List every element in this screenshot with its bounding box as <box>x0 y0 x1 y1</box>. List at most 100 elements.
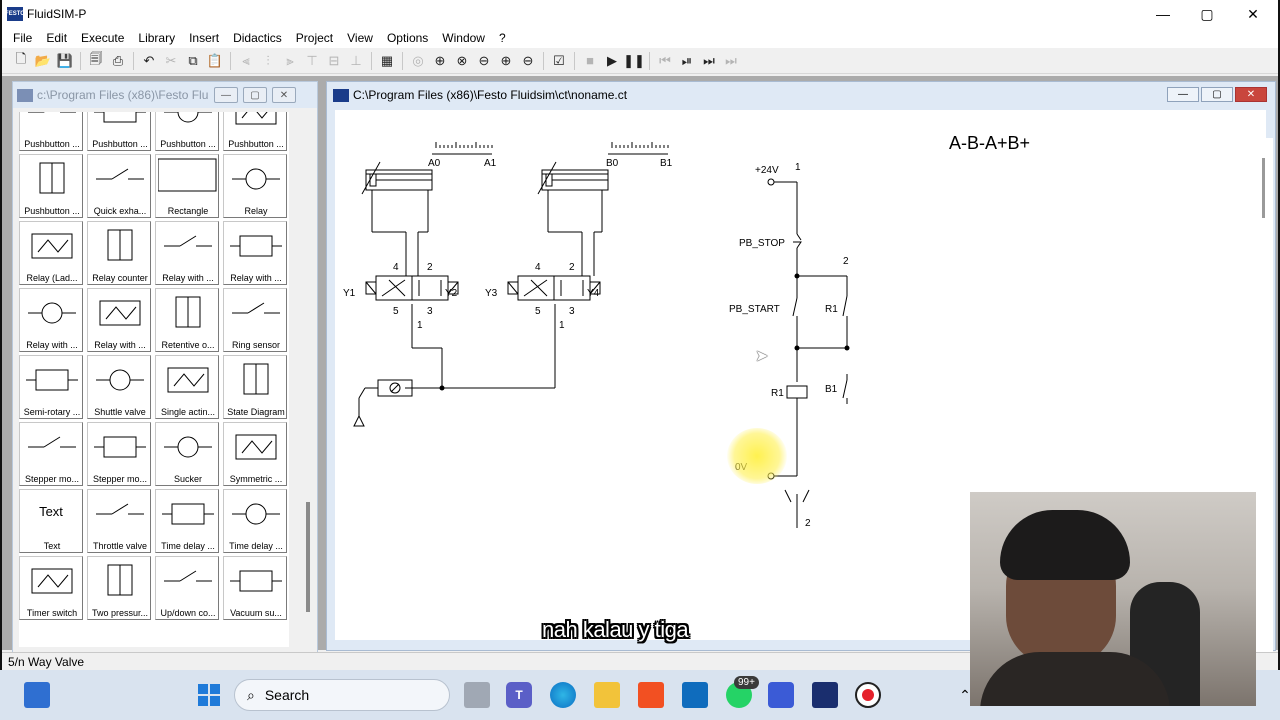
new-icon[interactable]: 🗋 <box>10 50 32 72</box>
circuit-vertical-scrollbar[interactable] <box>1255 138 1273 668</box>
grid-icon[interactable]: ▦ <box>376 50 398 72</box>
rewind-icon[interactable]: ⏮ <box>654 50 676 72</box>
menu-didactics[interactable]: Didactics <box>226 31 289 45</box>
task-view-icon[interactable] <box>464 682 490 708</box>
library-item[interactable]: Pushbutton ... <box>223 112 287 151</box>
store-icon[interactable] <box>638 682 664 708</box>
library-maximize-button[interactable]: ▢ <box>243 87 267 103</box>
circuit-minimize-button[interactable]: — <box>1167 87 1199 102</box>
library-item[interactable]: Relay with ... <box>19 288 83 352</box>
copy-icon[interactable]: ⧉ <box>182 50 204 72</box>
library-item[interactable]: State Diagram <box>223 355 287 419</box>
menu-window[interactable]: Window <box>435 31 492 45</box>
library-item[interactable]: Quick exha... <box>87 154 151 218</box>
circuit-scroll-thumb[interactable] <box>1262 158 1265 218</box>
edge-icon[interactable] <box>550 682 576 708</box>
menu-edit[interactable]: Edit <box>39 31 74 45</box>
maximize-button[interactable]: ▢ <box>1184 0 1230 28</box>
align-left-icon[interactable]: ⫷ <box>235 50 257 72</box>
file-explorer-icon[interactable] <box>594 682 620 708</box>
library-close-button[interactable]: ✕ <box>272 87 296 103</box>
menu-insert[interactable]: Insert <box>182 31 226 45</box>
print-icon[interactable]: ⎙ <box>107 50 129 72</box>
library-item[interactable]: Single actin... <box>155 355 219 419</box>
start-icon[interactable] <box>196 682 222 708</box>
check-icon[interactable]: ☑ <box>548 50 570 72</box>
open-icon[interactable]: 📂 <box>32 50 54 72</box>
circuit-maximize-button[interactable]: ▢ <box>1201 87 1233 102</box>
align-center-icon[interactable]: ⫶ <box>257 50 279 72</box>
library-item[interactable]: Relay with ... <box>87 288 151 352</box>
menu-execute[interactable]: Execute <box>74 31 131 45</box>
align-right-icon[interactable]: ⫸ <box>279 50 301 72</box>
circuit-close-button[interactable]: ✕ <box>1235 87 1267 102</box>
step-icon[interactable]: ⏯ <box>676 50 698 72</box>
cylinder-b[interactable] <box>537 153 668 232</box>
zoom-out-icon[interactable]: ⊖ <box>517 50 539 72</box>
library-item[interactable]: Throttle valve <box>87 489 151 553</box>
mail-icon[interactable] <box>682 682 708 708</box>
print-preview-icon[interactable]: 🗐 <box>85 50 107 72</box>
save-icon[interactable]: 💾 <box>54 50 76 72</box>
menu-help[interactable]: ? <box>492 31 513 45</box>
library-item[interactable]: Relay (Lad... <box>19 221 83 285</box>
library-item[interactable]: Shuttle valve <box>87 355 151 419</box>
taskbar-search[interactable]: ⌕ Search <box>234 679 450 711</box>
record-icon[interactable] <box>855 682 881 708</box>
zoom-window-icon[interactable]: ⊕ <box>429 50 451 72</box>
close-button[interactable]: ✕ <box>1230 0 1276 28</box>
library-item[interactable]: Up/down co... <box>155 556 219 620</box>
service-unit[interactable] <box>353 379 413 427</box>
menu-library[interactable]: Library <box>131 31 182 45</box>
widgets-icon[interactable] <box>24 682 50 708</box>
paste-icon[interactable]: 📋 <box>204 50 226 72</box>
zoom-in-icon[interactable]: ⊕ <box>495 50 517 72</box>
library-item[interactable]: Semi-rotary ... <box>19 355 83 419</box>
menu-options[interactable]: Options <box>380 31 435 45</box>
library-item[interactable]: Text Text <box>19 489 83 553</box>
zoom-fit-icon[interactable]: ◎ <box>407 50 429 72</box>
align-middle-icon[interactable]: ⊟ <box>323 50 345 72</box>
minimize-button[interactable]: — <box>1140 0 1186 28</box>
play-icon[interactable]: ▶ <box>601 50 623 72</box>
library-minimize-button[interactable]: — <box>214 87 238 103</box>
library-scroll-thumb[interactable] <box>306 502 310 612</box>
library-item[interactable]: Pushbutton ... <box>155 112 219 151</box>
align-bottom-icon[interactable]: ⊥ <box>345 50 367 72</box>
menu-file[interactable]: File <box>6 31 39 45</box>
library-item[interactable]: Ring sensor <box>223 288 287 352</box>
library-item[interactable]: Vacuum su... <box>223 556 287 620</box>
cylinder-a[interactable] <box>361 153 492 232</box>
library-item[interactable]: Stepper mo... <box>87 422 151 486</box>
library-item[interactable]: Rectangle <box>155 154 219 218</box>
library-item[interactable]: Stepper mo... <box>19 422 83 486</box>
library-item[interactable]: Relay with ... <box>155 221 219 285</box>
library-item[interactable]: Relay <box>223 154 287 218</box>
library-item[interactable]: Relay with ... <box>223 221 287 285</box>
library-item[interactable]: Two pressur... <box>87 556 151 620</box>
cut-icon[interactable]: ✂ <box>160 50 182 72</box>
library-item[interactable]: Pushbutton ... <box>19 112 83 151</box>
library-item[interactable]: Time delay ... <box>155 489 219 553</box>
library-item[interactable]: Sucker <box>155 422 219 486</box>
library-item[interactable]: Symmetric ... <box>223 422 287 486</box>
menu-view[interactable]: View <box>340 31 380 45</box>
library-scrollbar[interactable] <box>303 112 315 647</box>
library-item[interactable]: Relay counter <box>87 221 151 285</box>
zoom-icon[interactable]: ⊖ <box>473 50 495 72</box>
library-item[interactable]: Timer switch <box>19 556 83 620</box>
library-item[interactable]: Retentive o... <box>155 288 219 352</box>
align-top-icon[interactable]: ⊤ <box>301 50 323 72</box>
pause-icon[interactable]: ❚❚ <box>623 50 645 72</box>
menu-project[interactable]: Project <box>289 31 340 45</box>
library-item[interactable]: Time delay ... <box>223 489 287 553</box>
stop-icon[interactable]: ■ <box>579 50 601 72</box>
end-icon[interactable]: ⏭ <box>720 50 742 72</box>
library-item[interactable]: Pushbutton ... <box>19 154 83 218</box>
library-item[interactable]: Pushbutton ... <box>87 112 151 151</box>
teams-icon[interactable]: T <box>506 682 532 708</box>
zoom-page-icon[interactable]: ⊗ <box>451 50 473 72</box>
fluidsim-icon[interactable] <box>812 682 838 708</box>
vscode-icon[interactable] <box>768 682 794 708</box>
undo-icon[interactable]: ↶ <box>138 50 160 72</box>
